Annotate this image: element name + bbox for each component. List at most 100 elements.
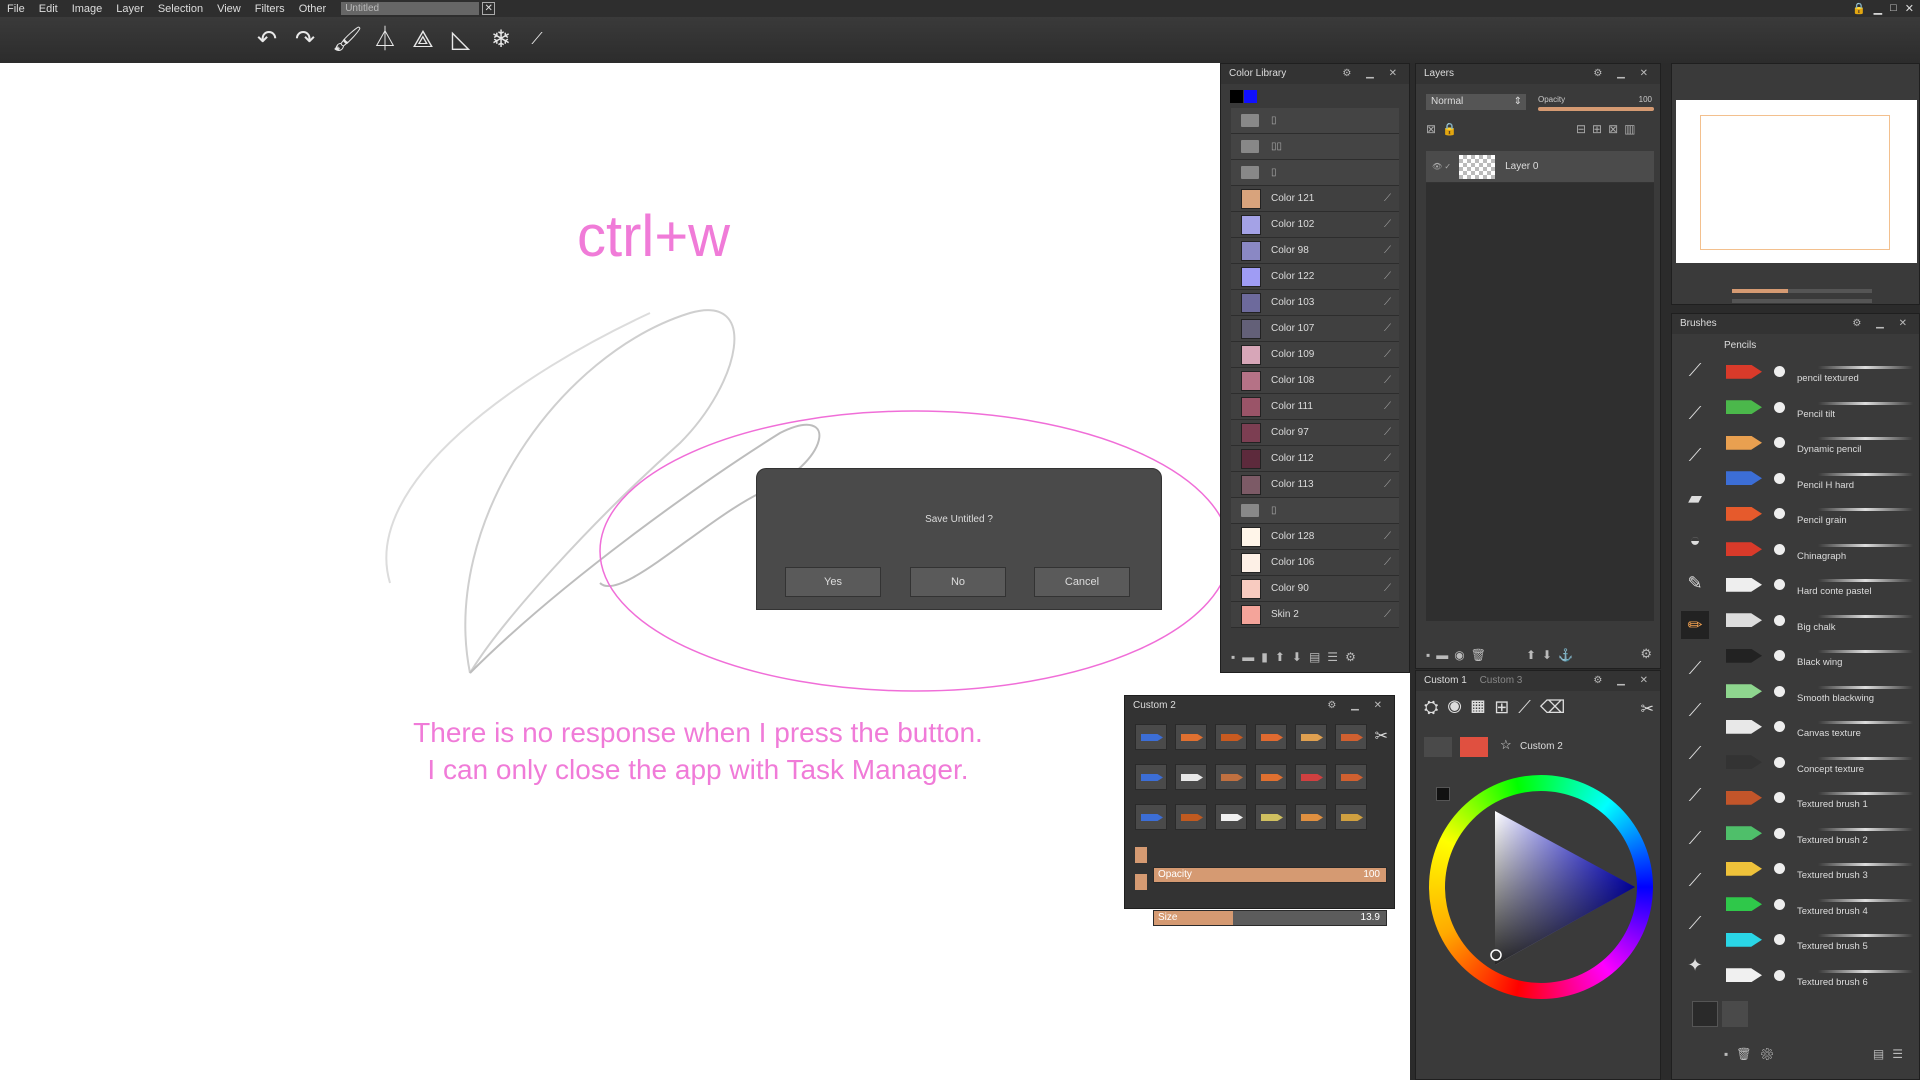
color-row[interactable]: Color 121 ⟋ (1231, 186, 1399, 212)
quick-brush-button[interactable] (1295, 764, 1327, 790)
saturation-triangle[interactable] (1429, 775, 1653, 999)
secondary-color-swatch[interactable] (1244, 89, 1257, 103)
color-row[interactable]: Color 107 ⟋ (1231, 316, 1399, 342)
color-row[interactable]: Color 122 ⟋ (1231, 264, 1399, 290)
eyedropper-icon[interactable]: ⟋ (1384, 557, 1391, 568)
zoom-slider[interactable] (1732, 289, 1872, 293)
layer-footer-icons-mid[interactable]: ⬆⬇⚓ (1526, 648, 1579, 662)
marker-icon[interactable]: ⟋ (1681, 654, 1709, 682)
layer-row[interactable]: 👁 ✓ Layer 0 (1426, 151, 1654, 183)
brush-icon[interactable]: ⟋ (1681, 441, 1709, 469)
layer-align-icons[interactable]: ⊟⊞⊠▥ (1576, 122, 1642, 136)
color-mode-icons[interactable]: ⛭◉▦⊞⟋⌫ (1424, 697, 1574, 718)
color-row[interactable]: Color 97 ⟋ (1231, 420, 1399, 446)
quick-brush-button[interactable] (1135, 804, 1167, 830)
panel-controls[interactable]: ⚙ ▁ ✕ (1852, 314, 1913, 334)
brush-footer-icons[interactable]: ▪🗑⚙ (1724, 1047, 1783, 1061)
roller-icon[interactable]: ⟋ (1681, 824, 1709, 852)
no-button[interactable]: No (910, 567, 1006, 597)
brush-row[interactable]: Black wing (1718, 638, 1918, 674)
cancel-button[interactable]: Cancel (1034, 567, 1130, 597)
tools-icon[interactable]: ✂ (1375, 726, 1388, 746)
brush-row[interactable]: Textured brush 6 (1718, 958, 1918, 994)
quick-brush-button[interactable] (1335, 764, 1367, 790)
maximize-icon[interactable]: □ (1890, 2, 1897, 15)
close-document-icon[interactable]: ✕ (482, 2, 496, 15)
color-row[interactable]: Color 103 ⟋ (1231, 290, 1399, 316)
eyedropper-icon[interactable]: ⟋ (1384, 271, 1391, 282)
color-row[interactable]: Color 98 ⟋ (1231, 238, 1399, 264)
undo-icon[interactable]: ↶ (252, 25, 282, 55)
quick-brush-button[interactable] (1295, 804, 1327, 830)
menu-filters[interactable]: Filters (248, 3, 292, 15)
eraser-icon[interactable]: ▰ (1681, 484, 1709, 512)
quick-brush-button[interactable] (1175, 724, 1207, 750)
perspective-icon[interactable]: ⟁ (408, 25, 438, 55)
stylus-icon[interactable]: ⟋ (522, 25, 552, 55)
brush-icon[interactable]: ⟋ (1681, 399, 1709, 427)
menu-edit[interactable]: Edit (32, 3, 65, 15)
visibility-icon[interactable]: 👁 ✓ (1432, 162, 1451, 171)
brush-row[interactable]: pencil textured (1718, 354, 1918, 390)
eyedropper-icon[interactable]: ⟋ (1384, 219, 1391, 230)
panel-controls[interactable]: ⚙ ▁ ✕ (1327, 696, 1388, 716)
minimize-icon[interactable]: ▁ (1874, 2, 1882, 15)
brush-row[interactable]: Textured brush 5 (1718, 922, 1918, 958)
panel-controls[interactable]: ⚙ ▁ ✕ (1342, 64, 1403, 84)
brush-row[interactable]: Textured brush 4 (1718, 887, 1918, 923)
brush-row[interactable]: Concept texture (1718, 745, 1918, 781)
layer-lock-icons[interactable]: ⊠🔒 (1426, 122, 1463, 136)
brush-view-icons[interactable]: ▤☰ (1873, 1047, 1911, 1061)
recent-brush-1[interactable] (1692, 1001, 1718, 1027)
panel-controls[interactable]: ⚙ ▁ ✕ (1593, 64, 1654, 84)
eyedropper-icon[interactable]: ⟋ (1384, 453, 1391, 464)
brush-row[interactable]: Smooth blackwing (1718, 674, 1918, 710)
brush-row[interactable]: Hard conte pastel (1718, 567, 1918, 603)
drawing-canvas[interactable]: ctrl+w There is no response when I press… (0, 63, 1410, 1080)
preset-brush-1[interactable] (1424, 737, 1452, 757)
folder-row[interactable]: ▯ (1231, 108, 1399, 134)
folder-row[interactable]: ▯▯ (1231, 134, 1399, 160)
viewport-rect[interactable] (1700, 115, 1890, 250)
folder-row[interactable]: ▯ (1231, 160, 1399, 186)
primary-color-swatch[interactable] (1230, 89, 1243, 103)
color-row[interactable]: Color 128 ⟋ (1231, 524, 1399, 550)
eyedropper-icon[interactable]: ⟋ (1384, 245, 1391, 256)
mandala-icon[interactable]: ❄ (486, 25, 516, 55)
color-library-footer-icons[interactable]: ▪▬▮⬆⬇▤☰⚙ (1231, 650, 1363, 664)
eyedropper-icon[interactable]: ⟋ (1384, 193, 1391, 204)
quick-brush-button[interactable] (1215, 804, 1247, 830)
eyedropper-icon[interactable]: ⟋ (1384, 609, 1391, 620)
color-row[interactable]: Color 102 ⟋ (1231, 212, 1399, 238)
menu-layer[interactable]: Layer (109, 3, 151, 15)
quick-brush-button[interactable] (1135, 764, 1167, 790)
color-row[interactable]: Skin 2 ⟋ (1231, 602, 1399, 628)
color-row[interactable]: Color 109 ⟋ (1231, 342, 1399, 368)
yes-button[interactable]: Yes (785, 567, 881, 597)
pencil-icon[interactable]: ✏ (1681, 611, 1709, 639)
brush-row[interactable]: Dynamic pencil (1718, 425, 1918, 461)
lock-icon[interactable]: 🔒 (1852, 2, 1866, 15)
layer-footer-icons-left[interactable]: ▪▬◉🗑 (1426, 648, 1492, 662)
eyedropper-icon[interactable]: ⟋ (1384, 349, 1391, 360)
sparkle-icon[interactable]: ✦ (1681, 951, 1709, 979)
knife-icon[interactable]: ⟋ (1681, 866, 1709, 894)
opacity-slider[interactable]: Opacity 100 (1538, 95, 1654, 111)
ruler-icon[interactable]: ◺ (446, 25, 476, 55)
brush-row[interactable]: Textured brush 3 (1718, 851, 1918, 887)
quick-brush-button[interactable] (1175, 764, 1207, 790)
brush-icon[interactable]: ⟋ (1681, 356, 1709, 384)
eyedropper-icon[interactable]: ⟋ (1384, 531, 1391, 542)
panel-controls[interactable]: ⚙ ▁ ✕ (1593, 671, 1654, 691)
brush-row[interactable]: Textured brush 2 (1718, 816, 1918, 852)
quick-brush-button[interactable] (1135, 724, 1167, 750)
custom-opacity-slider[interactable]: Opacity 100 (1153, 867, 1387, 883)
star-icon[interactable]: ☆ (1500, 737, 1512, 753)
blend-mode-select[interactable]: Normal ⇕ (1426, 94, 1526, 110)
quick-brush-button[interactable] (1255, 764, 1287, 790)
quick-brush-button[interactable] (1255, 804, 1287, 830)
menu-view[interactable]: View (210, 3, 248, 15)
eyedropper-icon[interactable]: ⟋ (1384, 427, 1391, 438)
color-row[interactable]: Color 111 ⟋ (1231, 394, 1399, 420)
brush-row[interactable]: Chinagraph (1718, 532, 1918, 568)
